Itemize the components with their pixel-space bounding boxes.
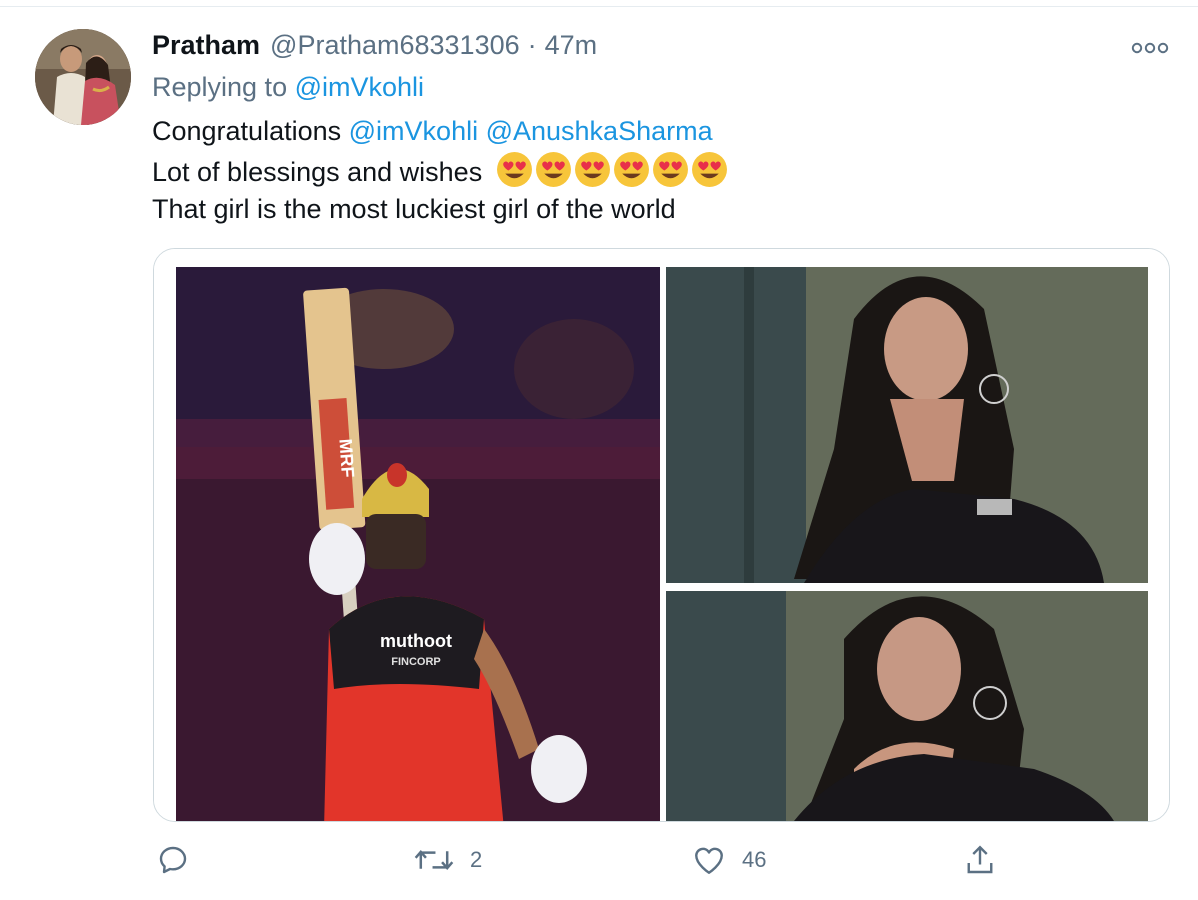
media-collage: MRF muthoot FINCORP — [154, 249, 1169, 821]
tweet-line-1: Congratulations @imVkohli @AnushkaSharma — [152, 112, 728, 151]
heart-eyes-emoji-icon — [652, 152, 688, 187]
mention-anushkasharma[interactable]: @AnushkaSharma — [486, 116, 713, 146]
tweet-body: Congratulations @imVkohli @AnushkaSharma… — [152, 112, 728, 229]
tweet-actions-bar: 2 46 — [0, 830, 1198, 890]
replying-to-mention[interactable]: @imVkohli — [295, 72, 424, 102]
heart-eyes-emoji-icon — [613, 152, 649, 187]
luckiest-girl-text: That girl is the most luckiest girl of t… — [152, 194, 676, 224]
replying-to-line: Replying to @imVkohli — [152, 72, 424, 103]
tweet-line-2: Lot of blessings and wishes — [152, 151, 728, 190]
avatar-photo — [35, 29, 131, 125]
bat-logo-text: MRF — [335, 438, 358, 478]
woman-photo-bottom — [666, 591, 1148, 821]
heart-eyes-emoji-icon — [691, 152, 727, 187]
cricketer-photo: MRF muthoot FINCORP — [176, 267, 660, 821]
reply-icon — [159, 846, 187, 874]
like-count: 46 — [742, 847, 767, 872]
heart-icon — [695, 847, 723, 874]
heart-eyes-emoji-icon — [574, 152, 610, 187]
mention-imvkohli[interactable]: @imVkohli — [349, 116, 478, 146]
retweet-icon — [414, 850, 454, 870]
woman-photo-top — [666, 267, 1148, 583]
top-divider — [0, 6, 1198, 7]
tweet-line-3: That girl is the most luckiest girl of t… — [152, 190, 728, 229]
share-button[interactable] — [962, 842, 1012, 878]
jersey-sub-text: FINCORP — [391, 656, 441, 668]
more-dots-icon — [1131, 42, 1169, 54]
congrats-text: Congratulations — [152, 116, 342, 146]
jersey-brand-text: muthoot — [380, 631, 452, 651]
separator-dot: · — [527, 30, 537, 60]
retweet-button[interactable]: 2 — [412, 842, 482, 878]
heart-eyes-emoji-icon — [496, 152, 532, 187]
display-name[interactable]: Pratham — [152, 30, 260, 61]
blessings-text: Lot of blessings and wishes — [152, 157, 483, 187]
timestamp[interactable]: 47m — [545, 30, 598, 61]
heart-eyes-emoji-icon — [535, 152, 571, 187]
tweet-header: Pratham @Pratham68331306 · 47m — [152, 30, 597, 66]
retweet-count: 2 — [470, 847, 483, 872]
avatar[interactable] — [35, 29, 131, 125]
tweet-media[interactable]: MRF muthoot FINCORP — [153, 248, 1170, 822]
replying-to-label: Replying to — [152, 72, 288, 102]
like-button[interactable]: 46 — [690, 842, 766, 878]
heart-eyes-emoji-row — [496, 151, 728, 188]
share-icon — [967, 845, 993, 874]
reply-button[interactable] — [155, 842, 205, 878]
user-handle[interactable]: @Pratham68331306 — [270, 30, 520, 61]
more-options-button[interactable] — [1128, 36, 1172, 60]
